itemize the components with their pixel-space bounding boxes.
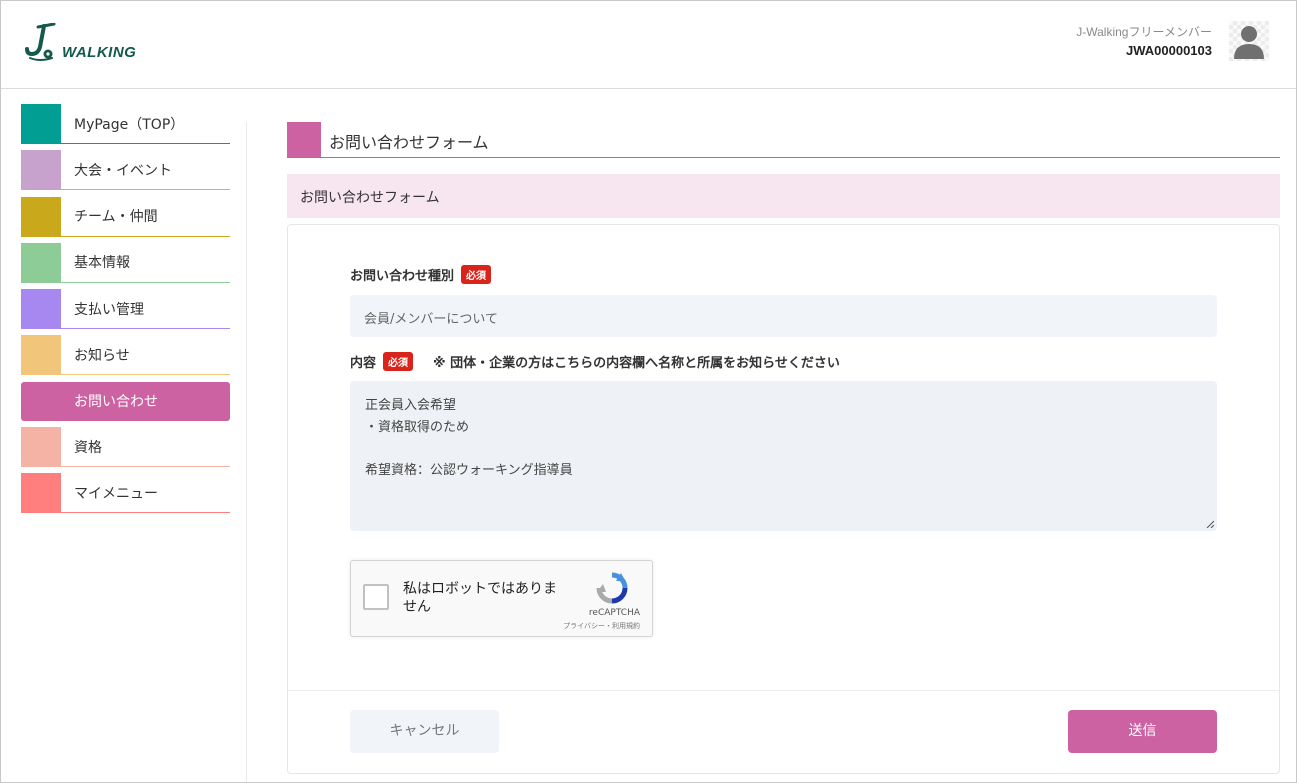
sidebar-item[interactable]: 基本情報 — [21, 242, 230, 283]
form-card: お問い合わせ種別 必須 会員/メンバーについて 内容 必須 ※ 団体・企業の方はこちら… — [287, 224, 1280, 774]
sidebar-item[interactable]: お問い合わせ — [21, 381, 230, 421]
required-badge: 必須 — [383, 352, 414, 371]
logo[interactable]: WALKING — [24, 23, 136, 63]
content-line: 正会員入会希望 — [365, 398, 457, 413]
cancel-button[interactable]: キャンセル — [350, 710, 499, 753]
card-footer-divider — [288, 690, 1279, 691]
submit-button[interactable]: 送信 — [1068, 710, 1217, 753]
recaptcha-widget: 私はロボットではありません reCAPTCHA プライバシー・利用規約 — [350, 560, 653, 637]
sidebar-item-label: お知らせ — [74, 347, 130, 364]
sidebar-item-label: マイメニュー — [74, 485, 158, 502]
sidebar-item[interactable]: 資格 — [21, 427, 230, 468]
sidebar-item[interactable]: 支払い管理 — [21, 289, 230, 330]
sidebar-item[interactable]: チーム・仲間 — [21, 196, 230, 237]
user-info: J-Walkingフリーメンバー JWA00000103 — [1076, 23, 1212, 58]
page-title: お問い合わせフォーム — [329, 133, 489, 152]
sidebar-item-label: 資格 — [74, 439, 102, 456]
content-note: ※ 団体・企業の方はこちらの内容欄へ名称と所属をお知らせください — [433, 356, 840, 371]
sidebar-item-label: チーム・仲間 — [74, 209, 158, 226]
recaptcha-brand: reCAPTCHA — [588, 608, 640, 618]
sidebar-item[interactable]: 大会・イベント — [21, 150, 230, 191]
sidebar-item[interactable]: お知らせ — [21, 335, 230, 376]
sidebar-color-swatch — [21, 427, 61, 467]
sidebar-color-swatch — [21, 104, 61, 143]
sidebar-divider — [246, 122, 247, 782]
inquiry-type-select[interactable]: 会員/メンバーについて — [350, 295, 1217, 337]
recaptcha-label: 私はロボットではありません — [403, 581, 557, 615]
sidebar-color-swatch — [21, 242, 61, 282]
recaptcha-checkbox[interactable] — [363, 584, 389, 610]
sidebar-item[interactable]: MyPage（TOP） — [21, 104, 230, 144]
sidebar-color-swatch — [21, 196, 61, 236]
title-accent-block — [287, 122, 321, 157]
inquiry-type-value: 会員/メンバーについて — [364, 312, 498, 327]
recaptcha-logo-icon — [596, 572, 628, 604]
sidebar-color-swatch — [21, 150, 61, 190]
user-avatar-icon — [1234, 26, 1264, 59]
logo-text: WALKING — [62, 44, 137, 61]
content-textarea[interactable]: 正会員入会希望 ・資格取得のため 希望資格：公認ウォーキング指導員 — [350, 381, 1217, 531]
form-banner: お問い合わせフォーム — [287, 174, 1280, 218]
sidebar-item-label: 大会・イベント — [74, 162, 172, 179]
sidebar-item-label: MyPage（TOP） — [74, 116, 185, 133]
header: WALKING J-Walkingフリーメンバー JWA00000103 — [1, 1, 1296, 89]
avatar[interactable] — [1229, 21, 1269, 61]
sidebar-color-swatch — [21, 289, 61, 329]
sidebar-color-swatch — [21, 473, 61, 513]
sidebar-item-label: 基本情報 — [74, 255, 130, 272]
resize-handle-icon[interactable] — [1206, 520, 1214, 528]
sidebar-item-label: 支払い管理 — [74, 301, 144, 318]
sidebar-item-label: お問い合わせ — [74, 394, 158, 411]
content-line: ・資格取得のため — [365, 420, 470, 435]
content-label: 内容 必須 ※ 団体・企業の方はこちらの内容欄へ名称と所属をお知らせください — [350, 352, 840, 371]
content-label-text: 内容 — [350, 356, 377, 371]
sidebar: MyPage（TOP） 大会・イベント チーム・仲間 基本情報支払い管理お知らせお問い… — [21, 104, 230, 520]
user-name: J-Walkingフリーメンバー — [1076, 25, 1212, 39]
required-badge: 必須 — [461, 265, 492, 284]
content-line: 希望資格：公認ウォーキング指導員 — [365, 463, 573, 478]
user-id: JWA00000103 — [1125, 43, 1212, 58]
inquiry-type-label: お問い合わせ種別 必須 — [350, 265, 492, 284]
sidebar-item[interactable]: マイメニュー — [21, 473, 230, 514]
banner-title: お問い合わせフォーム — [300, 190, 440, 206]
sidebar-color-swatch — [21, 335, 61, 375]
page-title-bar: お問い合わせフォーム — [287, 122, 1280, 158]
logo-mark-icon — [25, 23, 56, 61]
inquiry-type-label-text: お問い合わせ種別 — [350, 269, 455, 284]
recaptcha-links[interactable]: プライバシー・利用規約 — [563, 621, 640, 631]
